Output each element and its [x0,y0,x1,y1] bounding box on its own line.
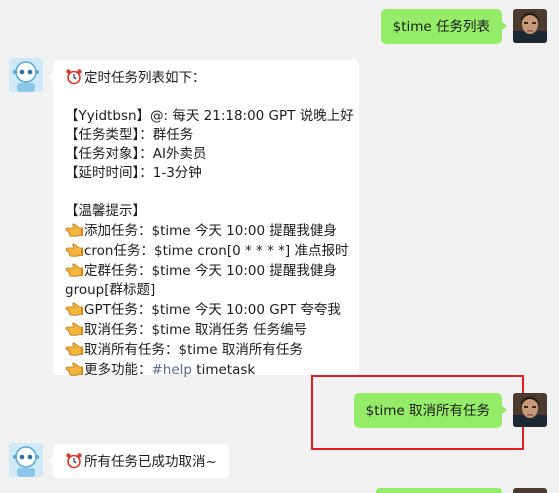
pointing-hand-icon [65,340,83,357]
bot-avatar[interactable] [9,58,43,92]
tip-add: 添加任务：$time 今天 10:00 提醒我健身 [65,221,347,241]
tip-text: GPT任务：$time 今天 10:00 GPT 夸夸我 [84,302,341,318]
pointing-hand-icon [65,320,83,337]
tip-cancel-all: 取消所有任务：$time 取消所有任务 [65,340,347,360]
tip-text: cron任务：$time cron[0 * * * *] 准点报时 [84,243,349,259]
pointing-hand-icon [65,300,83,317]
bot-avatar[interactable] [9,443,43,477]
help-link[interactable]: #help [152,362,193,378]
alarm-clock-icon [65,68,83,85]
tip-text: 取消所有任务：$time 取消所有任务 [84,342,303,358]
message-text: $time 任务列表 [392,19,490,35]
bot-message-bubble[interactable]: 定时任务列表如下： 【Yyidtbsn】@: 每天 21:18:00 GPT 说… [48,60,359,378]
sent-message-bubble[interactable]: $time 取消所有任务 [353,393,508,428]
next-sent-bubble[interactable] [376,488,502,493]
more-label: 更多功能： [84,362,152,378]
message-title-line: 定时任务列表如下： [65,68,347,88]
user-avatar[interactable] [513,9,547,43]
pointing-hand-icon [65,261,83,278]
task-type: 【任务类型】：群任务 [65,127,194,143]
message-text: $time 取消所有任务 [365,403,490,419]
alarm-clock-icon [65,452,83,469]
task-entry: 【Yyidtbsn】@: 每天 21:18:00 GPT 说晚上好 [65,108,354,124]
message-text: 所有任务已成功取消~ [84,454,217,470]
tip-text: 添加任务：$time 今天 10:00 提醒我健身 [84,223,337,239]
pointing-hand-icon [65,241,83,258]
tip-more: 更多功能：#help timetask [65,360,347,380]
tip-text: 定群任务：$time 今天 10:00 提醒我健身 [84,263,337,279]
pointing-hand-icon [65,360,83,377]
bot-message-bubble[interactable]: 所有任务已成功取消~ [48,444,229,478]
task-delay: 【延时时间】：1-3分钟 [65,165,202,181]
tip-group: 定群任务：$time 今天 10:00 提醒我健身 [65,261,347,281]
tip-group-cont: group[群标题] [65,282,156,298]
tips-title: 【温馨提示】 [65,203,146,219]
tip-text: 取消任务：$time 取消任务 任务编号 [84,322,308,338]
tip-cancel: 取消任务：$time 取消任务 任务编号 [65,320,347,340]
tip-cron: cron任务：$time cron[0 * * * *] 准点报时 [65,241,349,261]
tip-gpt: GPT任务：$time 今天 10:00 GPT 夸夸我 [65,300,347,320]
more-suffix: timetask [192,362,256,378]
pointing-hand-icon [65,221,83,238]
user-avatar[interactable] [513,393,547,427]
task-target: 【任务对象】：AI外卖员 [65,146,207,162]
task-list-title: 定时任务列表如下： [84,70,206,86]
user-avatar-partial[interactable] [513,488,547,493]
sent-message-bubble[interactable]: $time 任务列表 [380,9,508,44]
